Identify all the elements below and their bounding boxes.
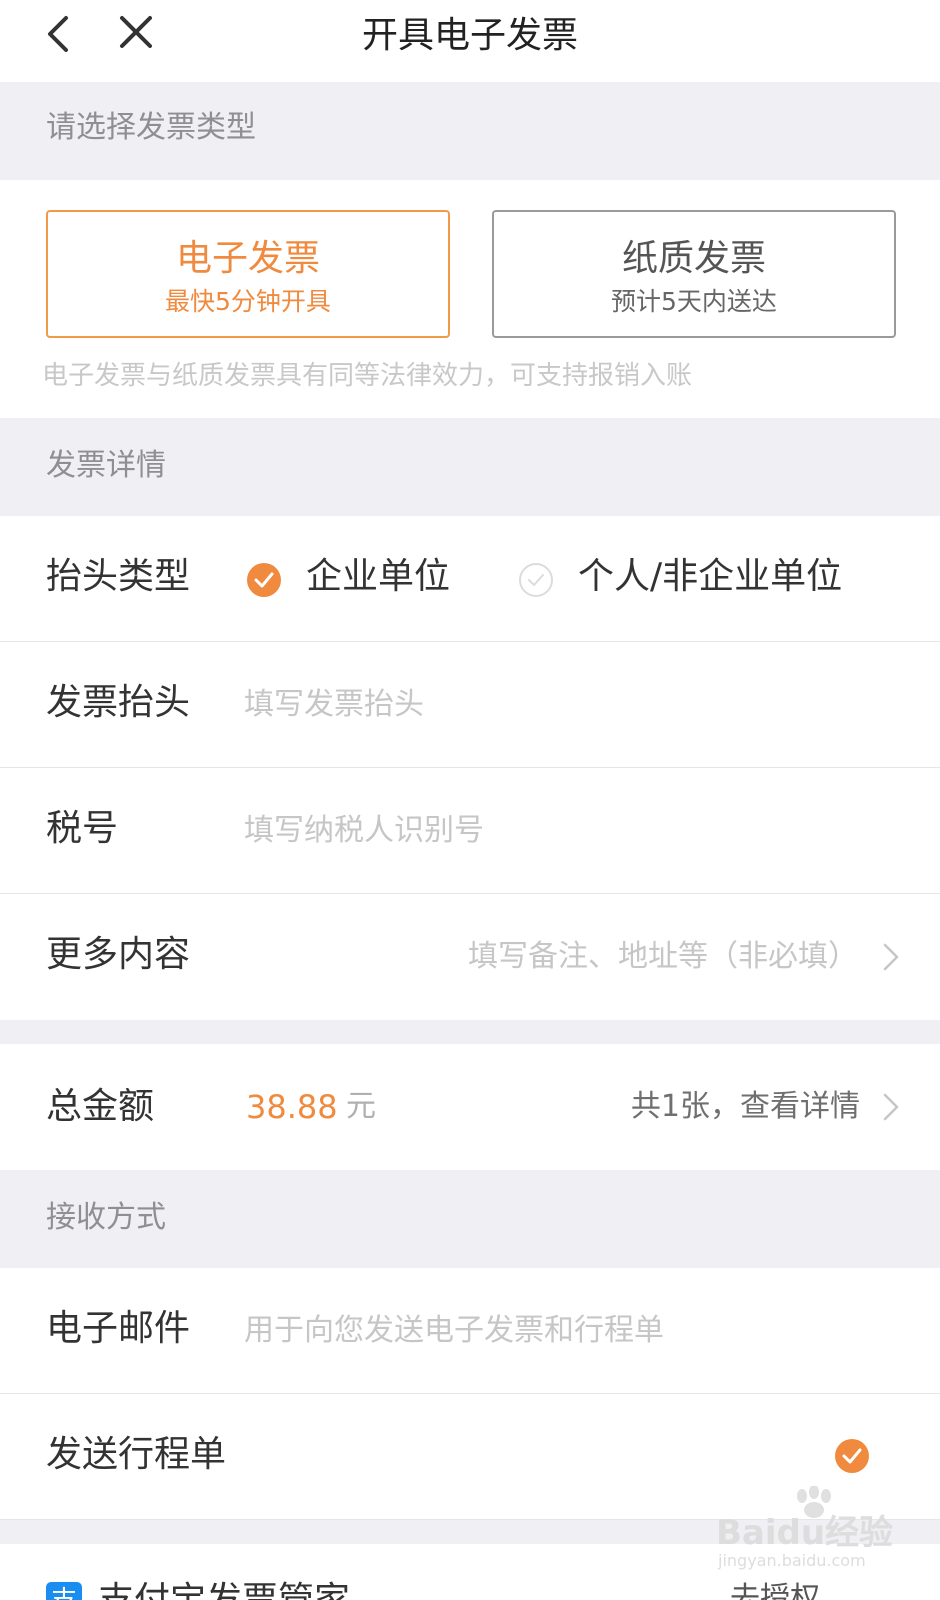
total-amount-unit: 元 bbox=[346, 1089, 376, 1124]
invoice-type-electronic-subtitle: 最快5分钟开具 bbox=[165, 287, 331, 316]
row-tax-number: 税号 bbox=[0, 768, 940, 894]
row-total-amount[interactable]: 总金额 38.88 元 共1张，查看详情 bbox=[0, 1044, 940, 1170]
invoice-type-paper-title: 纸质发票 bbox=[621, 238, 766, 279]
view-details-link[interactable]: 共1张，查看详情 bbox=[631, 1082, 860, 1132]
checkbox-checked-icon[interactable] bbox=[834, 1438, 870, 1474]
row-more-content[interactable]: 更多内容 填写备注、地址等（非必填） bbox=[0, 894, 940, 1020]
chevron-right-icon bbox=[883, 1093, 899, 1121]
alipay-authorize-link[interactable]: 去授权 bbox=[730, 1574, 820, 1600]
svg-text:jingyan.baidu.com: jingyan.baidu.com bbox=[717, 1551, 866, 1570]
tax-number-label: 税号 bbox=[46, 808, 119, 849]
svg-text:Baidu经验: Baidu经验 bbox=[716, 1513, 893, 1553]
section-header-invoice-details: 发票详情 bbox=[0, 418, 940, 516]
alipay-logo-icon: 支 bbox=[46, 1582, 82, 1600]
invoice-type-note: 电子发票与纸质发票具有同等法律效力，可支持报销入账 bbox=[42, 361, 693, 391]
more-content-label: 更多内容 bbox=[46, 934, 191, 975]
invoice-title-input[interactable] bbox=[244, 680, 864, 730]
tax-number-input[interactable] bbox=[244, 806, 864, 856]
nav-bar: 开具电子发票 bbox=[0, 0, 940, 82]
section-header-receive-method: 接收方式 bbox=[0, 1170, 940, 1268]
section-gap bbox=[0, 1020, 940, 1044]
section-header-invoice-type: 请选择发票类型 bbox=[0, 82, 940, 180]
total-amount-label: 总金额 bbox=[46, 1086, 155, 1127]
title-type-enterprise[interactable]: 企业单位 bbox=[306, 552, 450, 602]
invoice-title-label: 发票抬头 bbox=[46, 682, 191, 723]
total-amount-value: 38.88 bbox=[246, 1088, 338, 1126]
radio-unchecked-icon[interactable] bbox=[518, 562, 554, 598]
invoice-type-electronic[interactable]: 电子发票 最快5分钟开具 bbox=[46, 210, 450, 338]
alipay-invoice-label: 支付宝发票管家 bbox=[98, 1576, 350, 1600]
chevron-right-icon bbox=[883, 943, 899, 971]
page-title: 开具电子发票 bbox=[361, 15, 578, 56]
row-invoice-title: 发票抬头 bbox=[0, 642, 940, 768]
invoice-type-electronic-title: 电子发票 bbox=[175, 238, 320, 279]
send-itinerary-label: 发送行程单 bbox=[46, 1434, 227, 1475]
email-input[interactable] bbox=[244, 1306, 864, 1356]
invoice-type-paper[interactable]: 纸质发票 预计5天内送达 bbox=[492, 210, 896, 338]
email-label: 电子邮件 bbox=[46, 1308, 191, 1349]
radio-checked-icon[interactable] bbox=[246, 562, 282, 598]
title-type-label: 抬头类型 bbox=[46, 556, 191, 597]
row-title-type: 抬头类型 企业单位 个人/非企业单位 bbox=[0, 516, 940, 642]
more-content-hint: 填写备注、地址等（非必填） bbox=[468, 939, 858, 974]
baidu-watermark-logo: Baidu经验 jingyan.baidu.com bbox=[716, 1486, 893, 1570]
row-email: 电子邮件 bbox=[0, 1268, 940, 1394]
invoice-type-paper-subtitle: 预计5天内送达 bbox=[611, 287, 777, 316]
title-type-personal[interactable]: 个人/非企业单位 bbox=[578, 552, 842, 602]
